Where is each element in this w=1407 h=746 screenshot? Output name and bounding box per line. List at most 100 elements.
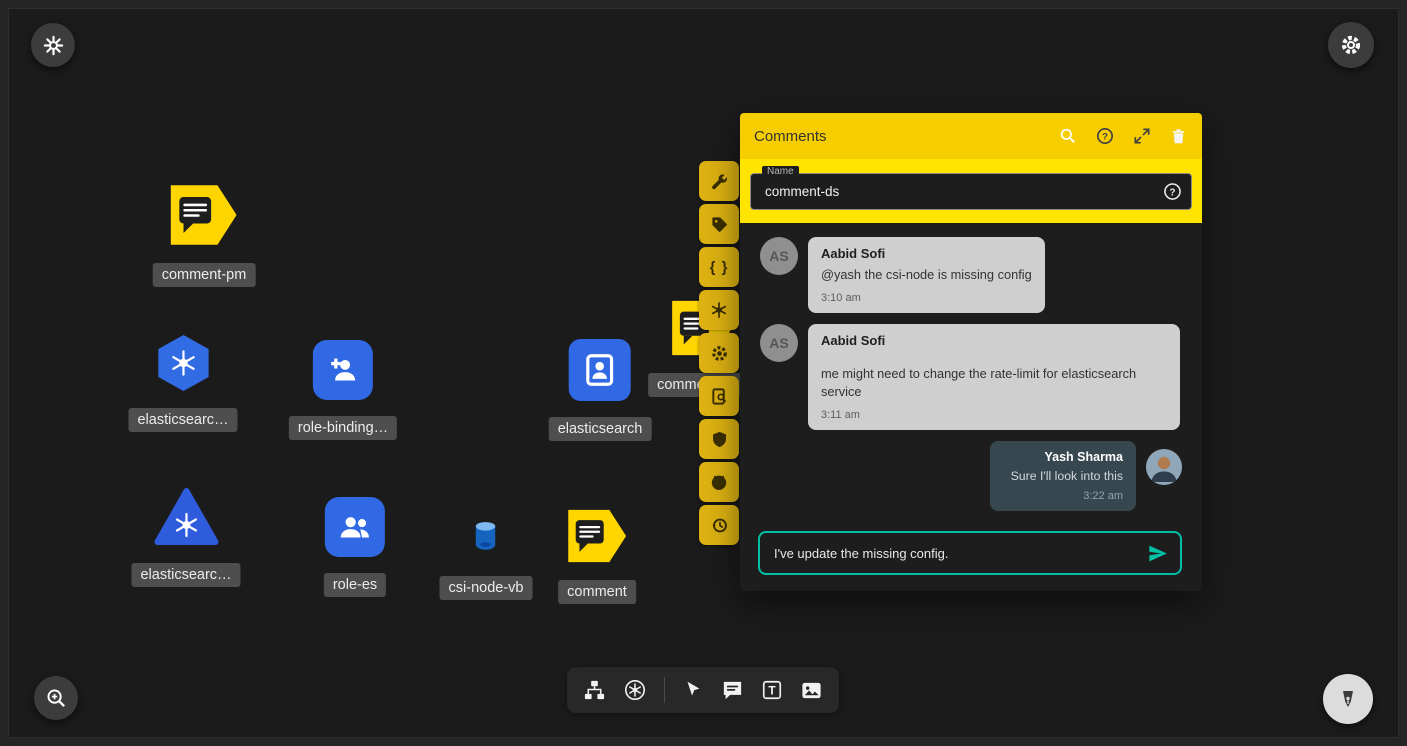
kubernetes-wheel-icon <box>709 300 729 320</box>
message-bubble: Yash Sharma Sure I'll look into this 3:2… <box>990 441 1136 512</box>
media-icon <box>800 679 823 702</box>
node-elasticsearch-triangle[interactable]: elasticsearc… <box>131 487 240 587</box>
avatar: AS <box>760 324 798 362</box>
storage-cylinder-icon <box>472 520 500 552</box>
message-text: @yash the csi-node is missing config <box>821 266 1032 285</box>
text-tool[interactable]: T <box>761 679 783 701</box>
node-role-es[interactable]: role-es <box>324 497 386 597</box>
service-account-icon <box>569 339 631 401</box>
shield-button[interactable] <box>699 419 739 459</box>
kubernetes-button[interactable] <box>699 290 739 330</box>
dock-divider <box>664 677 665 703</box>
node-comment[interactable]: comment <box>558 508 636 604</box>
comments-panel: Comments ? Name <box>740 113 1202 591</box>
github-button[interactable] <box>699 462 739 502</box>
role-binding-icon <box>313 340 373 400</box>
svg-text:T: T <box>768 683 776 697</box>
message-time: 3:10 am <box>821 292 1032 304</box>
comment-message: AS Aabid Sofi me might need to change th… <box>760 324 1182 430</box>
panel-title: Comments <box>754 128 1058 145</box>
node-label: role-binding… <box>289 416 397 440</box>
comment-message: AS Aabid Sofi @yash the csi-node is miss… <box>760 237 1182 313</box>
wrench-button[interactable] <box>699 161 739 201</box>
flowchart-icon <box>583 679 606 702</box>
comment-composer[interactable] <box>758 531 1182 575</box>
doc-search-button[interactable] <box>699 376 739 416</box>
role-icon <box>325 497 385 557</box>
node-label: comment <box>558 580 636 604</box>
expand-icon[interactable] <box>1132 126 1152 146</box>
name-input[interactable] <box>750 173 1192 210</box>
comment-input[interactable] <box>772 545 1139 562</box>
braces-button[interactable]: { } <box>699 247 739 287</box>
kubernetes-hexagon-icon <box>154 334 212 392</box>
github-icon <box>709 472 729 492</box>
kubernetes-triangle-icon <box>153 487 219 547</box>
node-label: role-es <box>324 573 386 597</box>
node-label: elasticsearch <box>549 417 652 441</box>
node-label: comment-pm <box>153 263 256 287</box>
comments-thread[interactable]: AS Aabid Sofi @yash the csi-node is miss… <box>740 223 1202 513</box>
app-menu-button[interactable] <box>31 23 75 67</box>
node-label: csi-node-vb <box>440 576 533 600</box>
pen-tool-button[interactable] <box>1323 674 1373 724</box>
node-elasticsearch[interactable]: elasticsearch <box>549 339 652 441</box>
gear-icon <box>1339 33 1363 57</box>
zoom-button[interactable] <box>34 676 78 720</box>
gear-button[interactable] <box>699 333 739 373</box>
search-icon[interactable] <box>1058 126 1078 146</box>
comment-message: Yash Sharma Sure I'll look into this 3:2… <box>760 441 1182 512</box>
panel-header-actions: ? <box>1058 126 1188 146</box>
svg-text:?: ? <box>1169 187 1175 198</box>
app-logo-icon <box>42 34 65 57</box>
shapes-tool[interactable] <box>682 679 704 701</box>
comments-tool[interactable] <box>721 679 744 702</box>
node-label: elasticsearc… <box>131 563 240 587</box>
delete-icon[interactable] <box>1169 127 1188 146</box>
cursor-shapes-icon <box>682 679 704 701</box>
message-author: Yash Sharma <box>1003 450 1123 464</box>
tool-dock: T <box>567 667 839 713</box>
wrench-icon <box>710 172 729 191</box>
node-csi-node-vb[interactable]: csi-node-vb <box>440 520 533 600</box>
message-time: 3:11 am <box>821 409 1167 421</box>
svg-text:?: ? <box>1102 132 1108 143</box>
node-role-binding[interactable]: role-binding… <box>289 340 397 440</box>
document-search-icon <box>710 387 729 406</box>
gear-icon <box>710 344 729 363</box>
comment-resource-icon <box>566 508 628 564</box>
help-icon[interactable]: ? <box>1162 181 1183 202</box>
node-action-toolbar: { } <box>699 161 739 545</box>
tag-button[interactable] <box>699 204 739 244</box>
avatar-photo <box>1146 449 1182 485</box>
comments-panel-header[interactable]: Comments ? <box>740 113 1202 159</box>
history-clock-icon <box>710 516 729 535</box>
history-button[interactable] <box>699 505 739 545</box>
message-bubble: Aabid Sofi me might need to change the r… <box>808 324 1180 430</box>
comment-resource-icon <box>169 183 239 247</box>
send-button[interactable] <box>1147 543 1168 564</box>
kubernetes-icon <box>623 678 647 702</box>
tag-icon <box>710 215 729 234</box>
braces-icon: { } <box>710 259 729 276</box>
comments-icon <box>721 679 744 702</box>
help-icon[interactable]: ? <box>1095 126 1115 146</box>
zoom-in-icon <box>45 687 68 710</box>
name-field-section: Name ? <box>740 159 1202 223</box>
message-author: Aabid Sofi <box>821 333 1167 348</box>
text-icon: T <box>761 679 783 701</box>
node-label: elasticsearc… <box>128 408 237 432</box>
node-elasticsearch-hexagon[interactable]: elasticsearc… <box>128 334 237 432</box>
message-time: 3:22 am <box>1003 490 1123 502</box>
kubernetes-tool[interactable] <box>623 678 647 702</box>
send-icon <box>1147 543 1168 564</box>
message-text: me might need to change the rate-limit f… <box>821 365 1167 402</box>
name-field-label: Name <box>762 166 799 177</box>
settings-button[interactable] <box>1328 22 1374 68</box>
avatar: AS <box>760 237 798 275</box>
shield-icon <box>710 430 729 449</box>
media-tool[interactable] <box>800 679 823 702</box>
message-text: Sure I'll look into this <box>1003 468 1123 486</box>
node-comment-pm[interactable]: comment-pm <box>153 183 256 287</box>
flowchart-tool[interactable] <box>583 679 606 702</box>
